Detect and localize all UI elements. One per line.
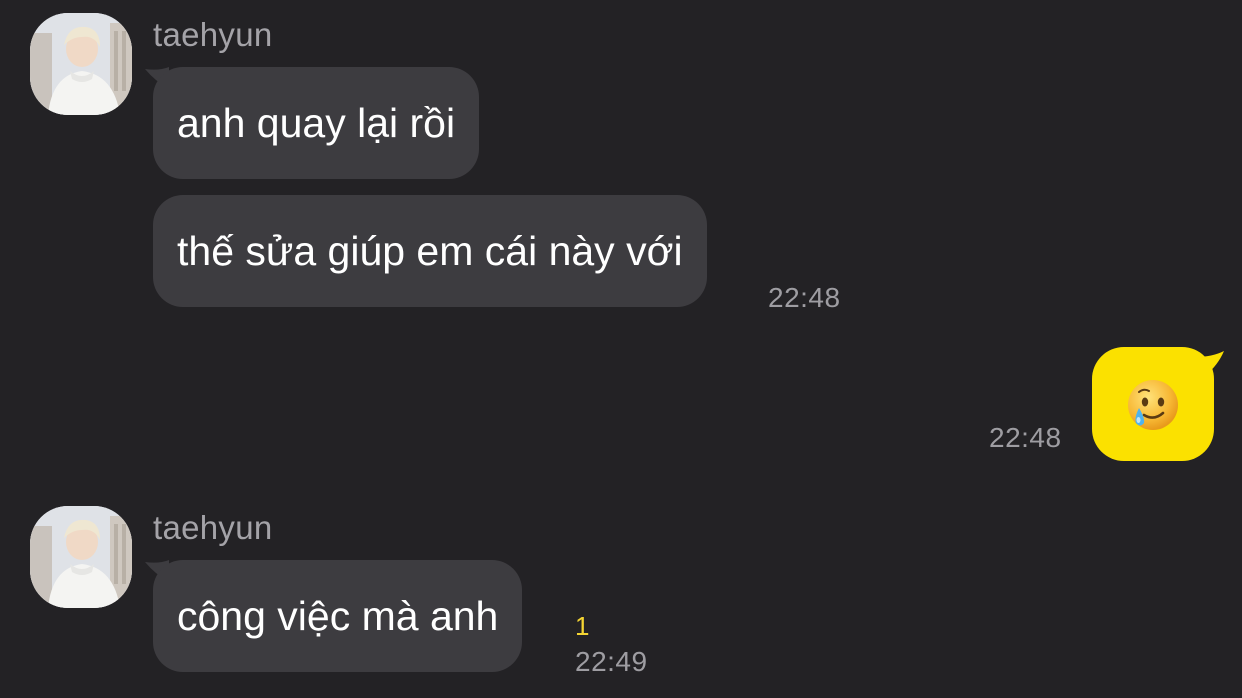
message-bubble[interactable]: anh quay lại rồi (153, 67, 480, 179)
message-time: 22:49 (575, 646, 648, 677)
chat-screen: taehyun anh quay lại rồi thế sửa giúp em… (0, 0, 1242, 698)
avatar-photo (30, 506, 132, 608)
message-bubble[interactable]: thế sửa giúp em cái này với (153, 195, 707, 307)
message-text: công việc mà anh (177, 593, 499, 639)
sender-name: taehyun (153, 509, 273, 546)
message-time: 22:48 (768, 282, 841, 313)
avatar[interactable] (30, 506, 132, 608)
message-bubble[interactable]: công việc mà anh (153, 560, 523, 672)
message-text: thế sửa giúp em cái này với (177, 228, 683, 274)
unread-count: 1 (575, 611, 590, 641)
message-time: 22:48 (989, 422, 1062, 453)
face-holding-back-tears-icon (1126, 378, 1180, 432)
avatar[interactable] (30, 13, 132, 115)
avatar-photo (30, 13, 132, 115)
sender-name: taehyun (153, 16, 273, 53)
message-text: anh quay lại rồi (177, 100, 456, 146)
